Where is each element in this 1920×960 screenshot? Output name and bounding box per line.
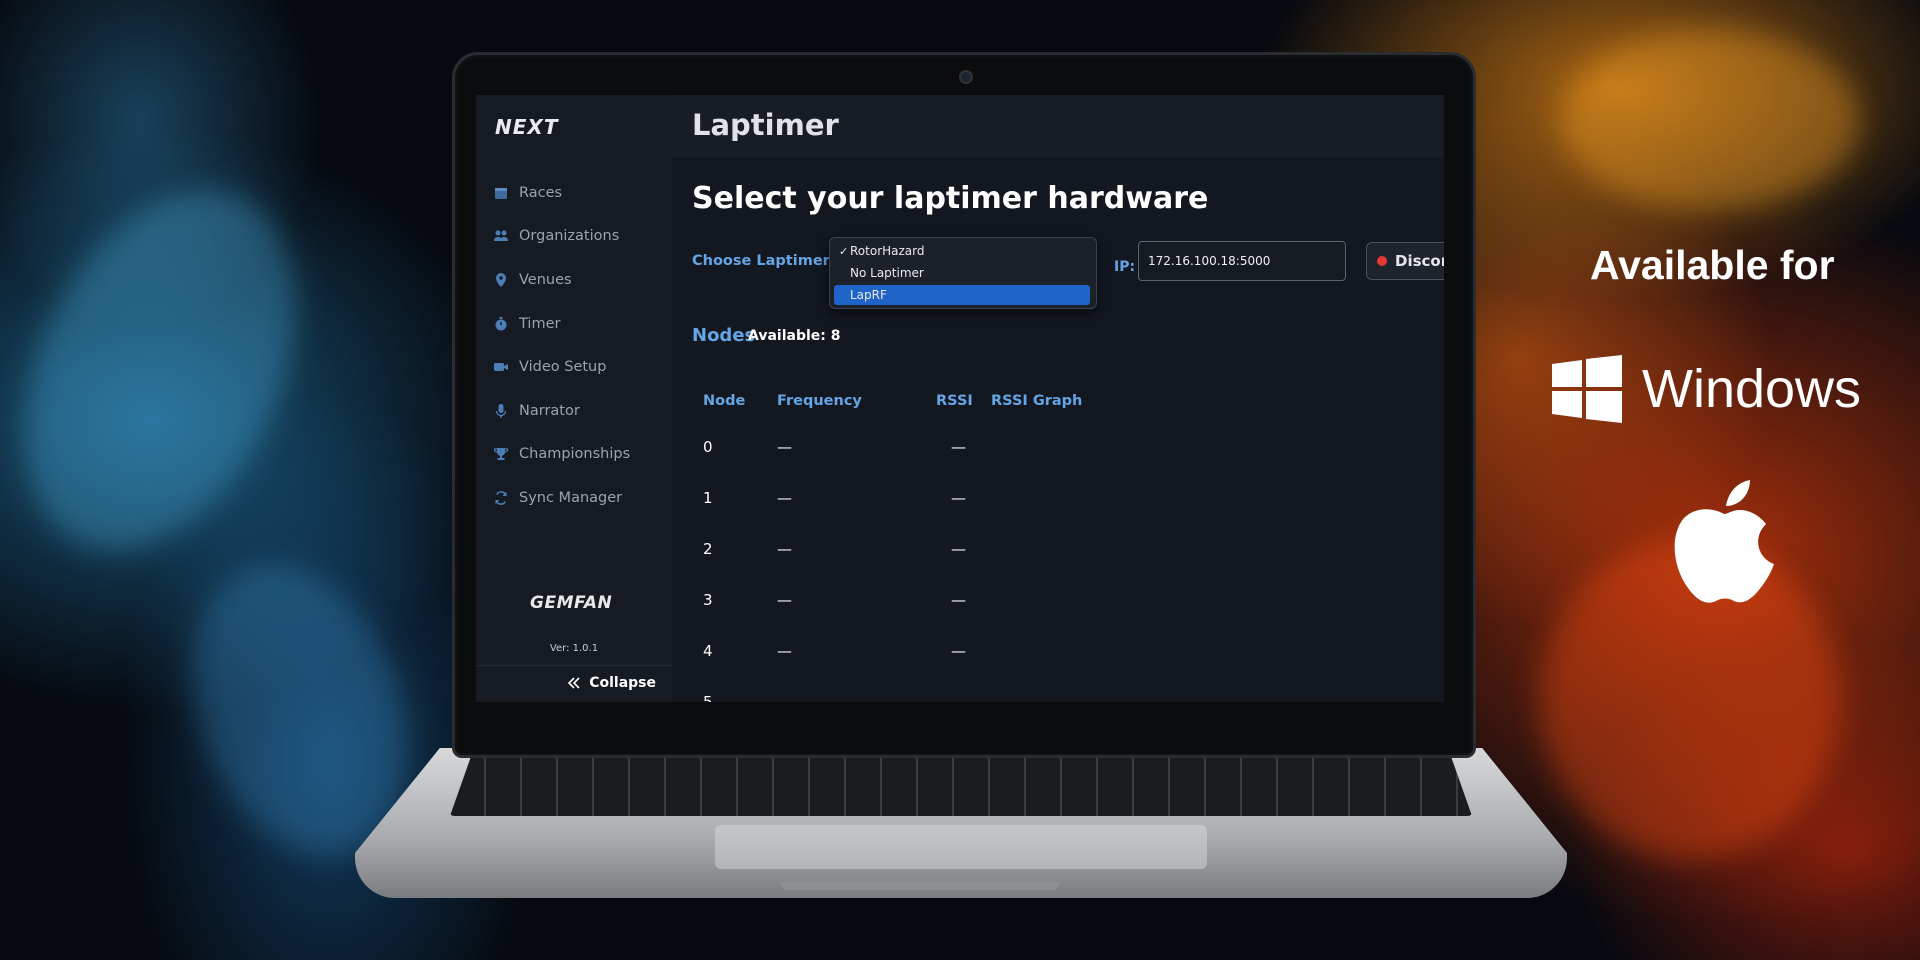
stopwatch-icon	[495, 316, 507, 331]
sidebar-item-label: Timer	[519, 315, 561, 332]
ip-input[interactable]: 172.16.100.18:5000	[1138, 241, 1346, 281]
sync-icon	[495, 491, 507, 505]
map-pin-icon	[496, 272, 506, 287]
main-content: Laptimer Select your laptimer hardware C…	[672, 95, 1444, 702]
version-label: Ver: 1.0.1	[549, 643, 599, 654]
disconnect-button[interactable]: Discon	[1366, 242, 1444, 280]
sidebar: NEXT Races Organizations Venues Timer Vi…	[476, 95, 672, 702]
sidebar-nav: Races Organizations Venues Timer Video S…	[476, 171, 672, 520]
collapse-button[interactable]: Collapse	[567, 675, 656, 691]
windows-label: Windows	[1642, 359, 1862, 419]
apple-logo-icon	[1674, 480, 1774, 603]
header-rssi-graph: RSSI Graph	[991, 393, 1083, 409]
windows-logo-icon	[1552, 355, 1622, 423]
table-row: 0 — —	[703, 438, 966, 456]
page-header: Laptimer	[672, 95, 1444, 157]
section-title: Select your laptimer hardware	[692, 181, 1209, 216]
table-row: 5 — —	[703, 693, 966, 702]
webcam-icon	[959, 70, 973, 84]
gemfan-logo: GEMFAN	[530, 593, 613, 613]
trophy-icon	[493, 448, 509, 461]
video-camera-icon	[494, 363, 508, 372]
status-dot-icon	[1377, 256, 1387, 266]
app-window: NEXT Races Organizations Venues Timer Vi…	[476, 95, 1444, 702]
checkmark-icon: ✓	[839, 244, 849, 258]
choose-laptimer-label: Choose Laptimer:	[692, 253, 836, 269]
laptimer-option-rotorhazard[interactable]: ✓ RotorHazard	[834, 241, 1090, 261]
table-row: 1 — —	[703, 489, 966, 507]
sidebar-item-championships[interactable]: Championships	[476, 433, 672, 477]
sidebar-item-label: Organizations	[519, 228, 620, 245]
nodes-available: Available: 8	[748, 328, 841, 344]
header-frequency: Frequency	[777, 393, 862, 409]
laptimer-option-laprf[interactable]: LapRF	[834, 285, 1090, 305]
laptimer-dropdown[interactable]: ✓ RotorHazard No Laptimer LapRF	[829, 237, 1097, 309]
sidebar-item-races[interactable]: Races	[476, 171, 672, 215]
collapse-row: Collapse	[476, 665, 672, 702]
table-row: 2 — —	[703, 540, 966, 558]
table-row: 3 — —	[703, 591, 966, 609]
available-for-heading: Available for	[1590, 242, 1835, 288]
sidebar-item-narrator[interactable]: Narrator	[476, 389, 672, 433]
laptop-trackpad	[715, 825, 1207, 869]
sidebar-item-timer[interactable]: Timer	[476, 302, 672, 346]
header-rssi: RSSI	[936, 393, 973, 409]
double-chevron-left-icon	[568, 677, 580, 689]
laptop-notch	[780, 882, 1060, 890]
collapse-label: Collapse	[589, 675, 656, 691]
nodes-title: Nodes	[692, 325, 756, 346]
page-title: Laptimer	[692, 108, 839, 142]
laptimer-option-no-laptimer[interactable]: No Laptimer	[834, 263, 1090, 283]
table-row: 4 — —	[703, 642, 966, 660]
sidebar-item-label: Video Setup	[519, 359, 607, 376]
users-icon	[494, 230, 508, 242]
sidebar-item-label: Narrator	[519, 402, 580, 419]
header-node: Node	[703, 393, 746, 409]
laptop-keyboard	[450, 758, 1472, 816]
sidebar-item-venues[interactable]: Venues	[476, 258, 672, 302]
sidebar-item-label: Championships	[519, 446, 631, 463]
disconnect-label: Discon	[1395, 252, 1444, 270]
calendar-icon	[495, 187, 507, 199]
sidebar-item-label: Sync Manager	[519, 489, 623, 506]
sidebar-item-label: Venues	[519, 271, 572, 288]
ip-label: IP:	[1114, 259, 1136, 275]
microphone-icon	[495, 403, 507, 418]
sidebar-item-video-setup[interactable]: Video Setup	[476, 345, 672, 389]
next-logo: NEXT	[495, 115, 559, 139]
sidebar-item-sync-manager[interactable]: Sync Manager	[476, 476, 672, 520]
sidebar-item-organizations[interactable]: Organizations	[476, 215, 672, 259]
windows-platform: Windows	[1552, 355, 1861, 423]
sidebar-item-label: Races	[519, 184, 563, 201]
